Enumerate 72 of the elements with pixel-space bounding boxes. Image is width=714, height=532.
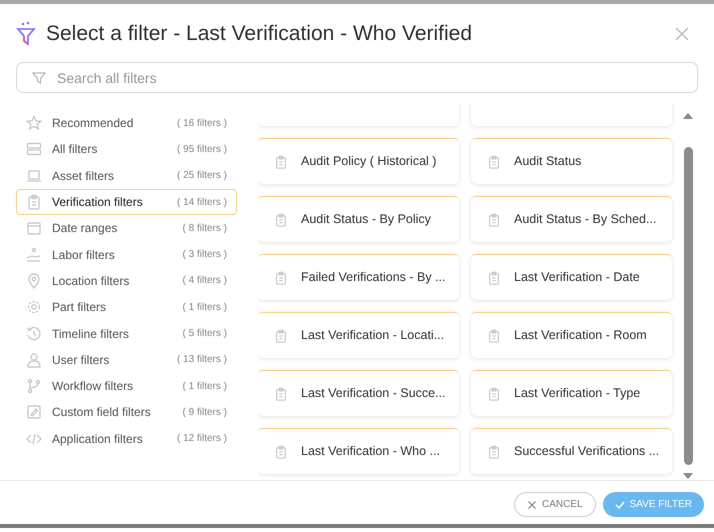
sidebar-item[interactable]: Verification filters ( 14 filters ): [16, 188, 237, 216]
filter-card[interactable]: Audit Status - By Sched...: [471, 196, 672, 242]
filter-card[interactable]: Last Verification - Type: [471, 370, 672, 416]
sidebar-item[interactable]: Location filters ( 4 filters ): [16, 268, 237, 294]
sidebar-item[interactable]: Labor filters ( 3 filters ): [16, 241, 237, 268]
branch-icon: [26, 378, 42, 394]
filter-count: ( 3 filters ): [182, 248, 227, 262]
server-icon: [26, 141, 42, 158]
check-icon: [614, 500, 625, 510]
sidebar-item[interactable]: Part filters ( 1 filters ): [16, 294, 237, 320]
clipboard-icon: [274, 328, 288, 344]
sidebar-item[interactable]: User filters ( 13 filters ): [16, 346, 237, 373]
clipboard-icon: [26, 194, 42, 210]
pencil-icon: [26, 404, 42, 420]
filter-card[interactable]: Last Verification - Room: [471, 312, 672, 358]
filter-count: ( 25 filters ): [176, 169, 227, 184]
filter-count: ( 14 filters ): [176, 196, 227, 210]
filter-count: ( 95 filters ): [176, 142, 227, 157]
filter-count: ( 13 filters ): [176, 353, 227, 368]
gear-icon: [26, 299, 42, 316]
sidebar-item[interactable]: Workflow filters ( 1 filters ): [16, 372, 237, 400]
sidebar-item[interactable]: All filters ( 95 filters ): [16, 136, 237, 163]
sidebar-item[interactable]: Asset filters ( 25 filters ): [16, 162, 237, 189]
scroll-down-icon[interactable]: [683, 473, 693, 479]
filter-icon: [32, 71, 46, 85]
filter-card[interactable]: Failed Verifications - By ...: [258, 254, 459, 300]
funnel-icon: [16, 21, 36, 47]
filter-card[interactable]: Last Verification - Succe...: [258, 370, 459, 416]
user-icon: [26, 352, 42, 368]
clipboard-icon: [274, 270, 288, 286]
map-pin-icon: [26, 272, 42, 289]
filter-count: ( 4 filters ): [182, 274, 227, 288]
search-field[interactable]: Search all filters: [16, 62, 698, 93]
sidebar-item[interactable]: Date ranges ( 8 filters ): [16, 215, 237, 242]
filter-count: ( 8 filters ): [182, 222, 227, 236]
clipboard-icon: [274, 444, 288, 460]
sidebar-item[interactable]: Timeline filters ( 5 filters ): [16, 320, 237, 347]
filter-card[interactable]: Audit Status: [471, 138, 672, 184]
filter-card[interactable]: Last Verification - Locati...: [258, 312, 459, 358]
calendar-icon: [26, 220, 42, 236]
hand-icon: [26, 246, 42, 263]
filter-count: ( 1 filters ): [182, 300, 227, 315]
cancel-button[interactable]: CANCEL: [514, 492, 596, 517]
filter-card[interactable]: Audit Status - By Policy: [258, 196, 459, 242]
filter-count: ( 12 filters ): [176, 432, 227, 446]
clipboard-icon: [487, 270, 501, 286]
filter-count: ( 1 filters ): [182, 380, 227, 394]
filter-count: ( 5 filters ): [182, 327, 227, 342]
filter-card[interactable]: Audit Policy ( Historical ): [258, 138, 459, 184]
clipboard-icon: [487, 444, 501, 460]
dialog-title: Select a filter - Last Verification - Who Verified: [46, 21, 472, 48]
sidebar-item[interactable]: Recommended ( 16 filters ): [16, 110, 237, 136]
filter-count: ( 16 filters ): [176, 116, 227, 131]
filter-card[interactable]: Last Verification - Who ...: [258, 428, 459, 474]
sidebar-item[interactable]: Application filters ( 12 filters ): [16, 426, 237, 452]
clipboard-icon: [487, 212, 501, 228]
filter-card[interactable]: Last Verification - Date: [471, 254, 672, 300]
clipboard-icon: [487, 328, 501, 344]
sidebar-item[interactable]: Custom field filters ( 9 filters ): [16, 399, 237, 426]
clipboard-icon: [487, 386, 501, 402]
clipboard-icon: [274, 212, 288, 228]
history-icon: [26, 326, 42, 342]
star-icon: [26, 115, 42, 132]
scroll-up-icon[interactable]: [683, 113, 693, 119]
clipboard-icon: [487, 154, 501, 170]
close-icon: [527, 500, 537, 510]
filter-card[interactable]: Successful Verifications ...: [471, 428, 672, 474]
close-button[interactable]: [674, 26, 690, 42]
clipboard-icon: [274, 386, 288, 402]
laptop-icon: [26, 168, 42, 184]
filter-count: ( 9 filters ): [182, 406, 227, 420]
clipboard-icon: [274, 154, 288, 170]
